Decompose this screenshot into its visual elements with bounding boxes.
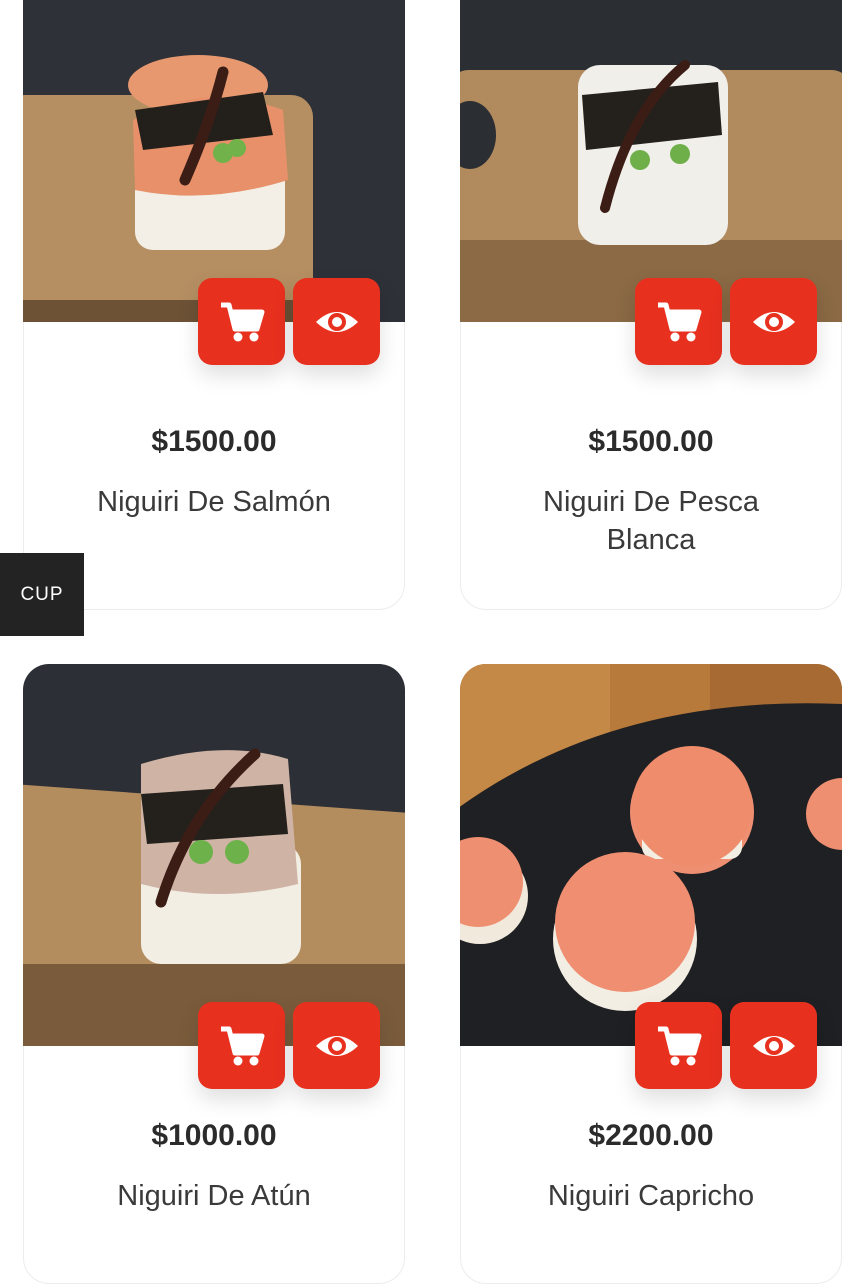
product-price: $1000.00 (151, 1119, 277, 1152)
quick-view-button[interactable] (730, 1002, 817, 1089)
capricho-nigiri-image (460, 664, 842, 1046)
product-image[interactable] (460, 0, 842, 322)
product-name[interactable]: Niguiri De Atún (64, 1177, 364, 1215)
product-card[interactable]: $1500.00 Niguiri De Salmón (23, 0, 405, 610)
product-image[interactable] (460, 664, 842, 1046)
quick-view-button[interactable] (293, 1002, 380, 1089)
tuna-nigiri-image (23, 664, 405, 1046)
add-to-cart-button[interactable] (198, 278, 285, 365)
cart-icon (657, 1026, 701, 1065)
currency-label: CUP (20, 583, 64, 605)
product-name[interactable]: Niguiri De Pesca Blanca (501, 483, 801, 559)
eye-icon (315, 1035, 358, 1056)
quick-view-button[interactable] (730, 278, 817, 365)
add-to-cart-button[interactable] (198, 1002, 285, 1089)
product-card[interactable]: $1500.00 Niguiri De Pesca Blanca (460, 0, 842, 610)
product-name[interactable]: Niguiri Capricho (501, 1177, 801, 1215)
currency-switcher[interactable]: CUP (0, 553, 84, 636)
product-price: $1500.00 (151, 425, 277, 458)
white-fish-nigiri-image (460, 0, 842, 322)
eye-icon (752, 1035, 795, 1056)
product-actions (635, 278, 817, 365)
product-price: $2200.00 (588, 1119, 714, 1152)
add-to-cart-button[interactable] (635, 278, 722, 365)
add-to-cart-button[interactable] (635, 1002, 722, 1089)
salmon-nigiri-image (23, 0, 405, 322)
product-card[interactable]: $2200.00 Niguiri Capricho (460, 664, 842, 1284)
product-card[interactable]: $1000.00 Niguiri De Atún (23, 664, 405, 1284)
product-actions (198, 278, 380, 365)
eye-icon (752, 311, 795, 332)
cart-icon (657, 302, 701, 341)
product-name[interactable]: Niguiri De Salmón (64, 483, 364, 521)
eye-icon (315, 311, 358, 332)
product-price: $1500.00 (588, 425, 714, 458)
product-image[interactable] (23, 0, 405, 322)
product-image[interactable] (23, 664, 405, 1046)
cart-icon (220, 302, 264, 341)
quick-view-button[interactable] (293, 278, 380, 365)
cart-icon (220, 1026, 264, 1065)
product-actions (198, 1002, 380, 1089)
product-actions (635, 1002, 817, 1089)
